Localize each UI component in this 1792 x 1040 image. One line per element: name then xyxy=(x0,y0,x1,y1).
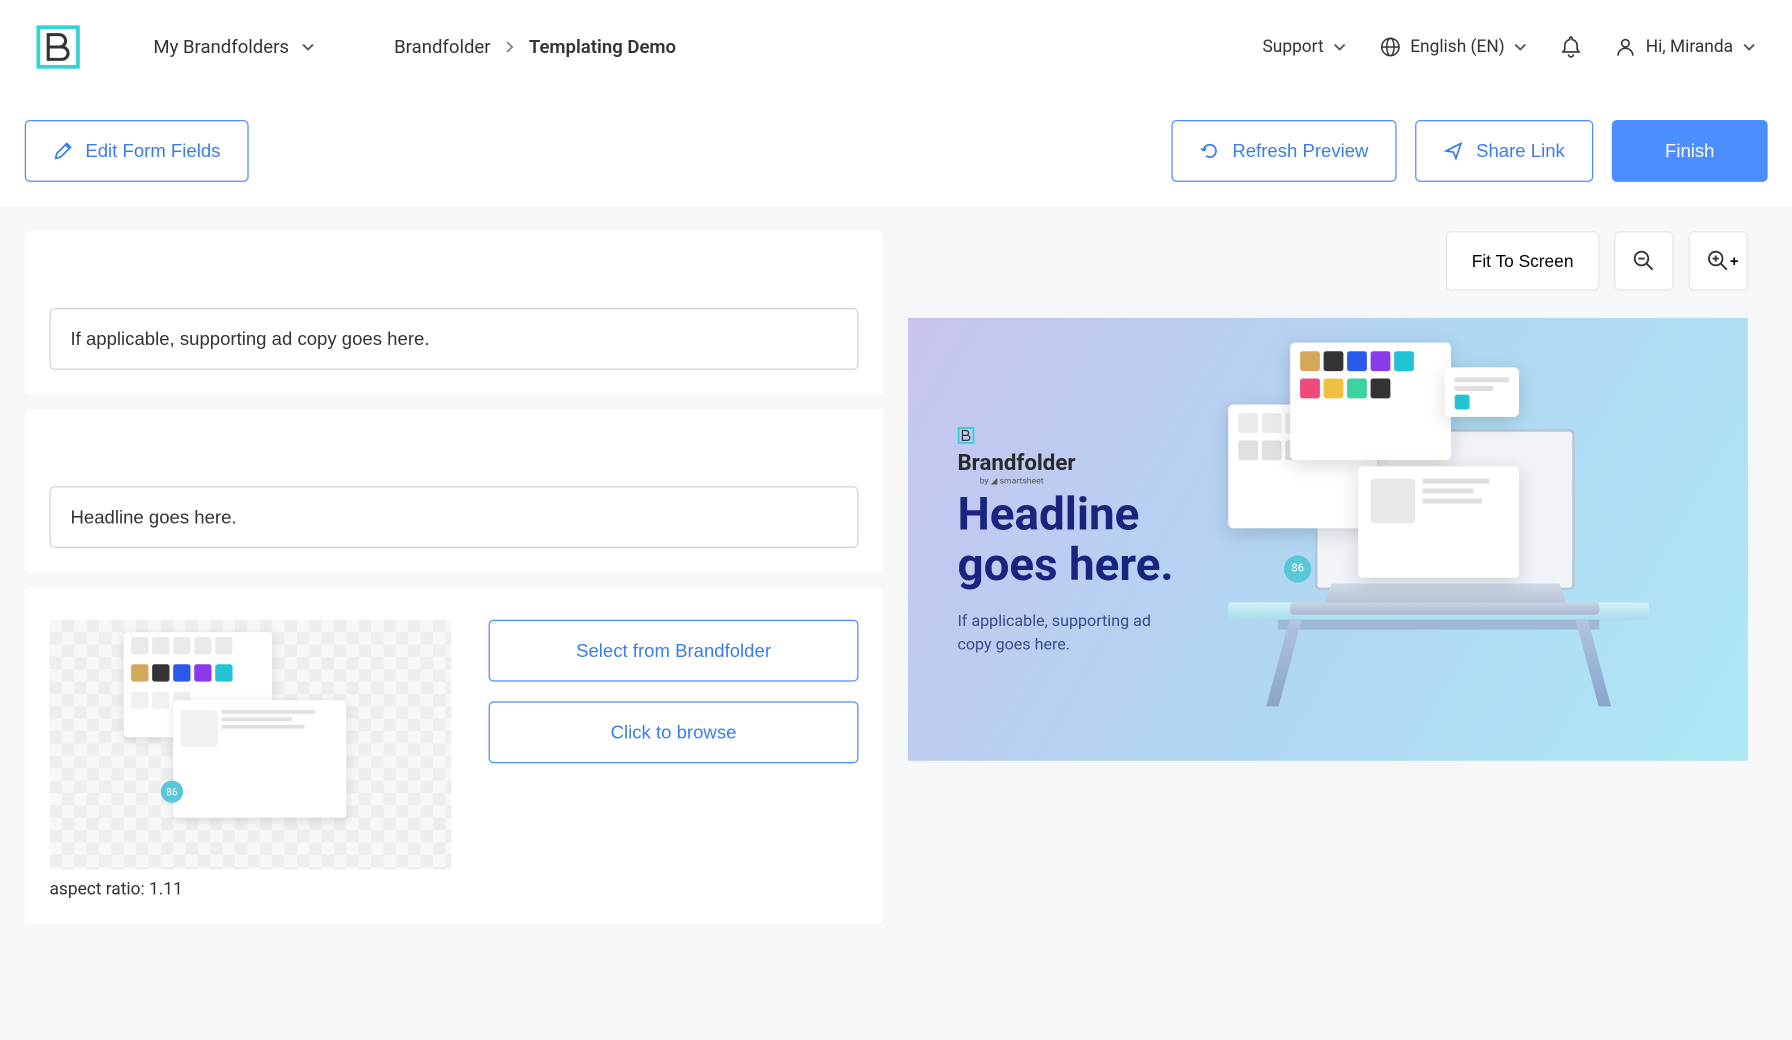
zoom-in-icon xyxy=(1707,250,1729,272)
finish-label: Finish xyxy=(1665,140,1714,161)
preview-badge: 86 xyxy=(1284,555,1311,582)
user-dropdown[interactable]: Hi, Miranda xyxy=(1616,37,1755,57)
workspace: 86 aspect ratio: 1.11 Select from Brandf… xyxy=(0,207,1792,1040)
select-from-brandfolder-label: Select from Brandfolder xyxy=(576,640,771,661)
preview-brand-logo: Brandfolder by ◢ smartsheet xyxy=(957,427,1083,467)
click-to-browse-label: Click to browse xyxy=(611,722,737,743)
supporting-copy-input[interactable] xyxy=(49,308,858,370)
my-brandfolders-label: My Brandfolders xyxy=(153,36,289,58)
preview-canvas: Brandfolder by ◢ smartsheet Headline goe… xyxy=(908,318,1748,761)
headline-input[interactable] xyxy=(49,486,858,548)
image-card: 86 aspect ratio: 1.11 Select from Brandf… xyxy=(25,588,883,924)
preview-brand-sub: by ◢ smartsheet xyxy=(980,476,1084,486)
form-panel: 86 aspect ratio: 1.11 Select from Brandf… xyxy=(25,231,883,1040)
share-link-label: Share Link xyxy=(1476,140,1565,161)
preview-illustration: 86 xyxy=(1166,343,1710,739)
preview-panel: Fit To Screen + xyxy=(908,231,1768,1040)
edit-form-fields-label: Edit Form Fields xyxy=(85,140,220,161)
support-dropdown[interactable]: Support xyxy=(1263,37,1346,57)
select-from-brandfolder-button[interactable]: Select from Brandfolder xyxy=(489,620,859,682)
notification-bell-icon[interactable] xyxy=(1562,36,1582,58)
breadcrumb-parent[interactable]: Brandfolder xyxy=(394,36,490,58)
action-bar: Edit Form Fields Refresh Preview Share L… xyxy=(0,95,1792,206)
top-header: My Brandfolders Brandfolder Templating D… xyxy=(0,0,1792,95)
preview-subcopy: If applicable, supporting ad copy goes h… xyxy=(957,612,1167,657)
finish-button[interactable]: Finish xyxy=(1612,120,1768,182)
language-dropdown[interactable]: English (EN) xyxy=(1381,37,1527,57)
chevron-down-icon xyxy=(1334,41,1346,53)
language-label: English (EN) xyxy=(1410,37,1504,57)
user-greeting-label: Hi, Miranda xyxy=(1646,37,1733,57)
refresh-preview-label: Refresh Preview xyxy=(1232,140,1368,161)
supporting-copy-card xyxy=(25,231,883,394)
chevron-down-icon xyxy=(1515,41,1527,53)
globe-icon xyxy=(1381,37,1401,57)
brandfolder-logo[interactable] xyxy=(25,14,92,81)
click-to-browse-button[interactable]: Click to browse xyxy=(489,701,859,763)
zoom-out-button[interactable] xyxy=(1614,231,1673,290)
headline-card xyxy=(25,409,883,572)
edit-form-fields-button[interactable]: Edit Form Fields xyxy=(25,120,249,182)
chevron-down-icon xyxy=(301,41,313,53)
refresh-icon xyxy=(1200,141,1220,161)
preview-headline: Headline goes here. xyxy=(957,491,1173,592)
fit-to-screen-button[interactable]: Fit To Screen xyxy=(1446,231,1600,290)
chevron-down-icon xyxy=(1743,41,1755,53)
share-icon xyxy=(1444,141,1464,161)
breadcrumb: Brandfolder Templating Demo xyxy=(394,36,676,58)
preview-headline-line2: goes here. xyxy=(957,539,1173,592)
share-link-button[interactable]: Share Link xyxy=(1415,120,1593,182)
breadcrumb-current: Templating Demo xyxy=(529,36,676,58)
my-brandfolders-dropdown[interactable]: My Brandfolders xyxy=(153,36,313,58)
image-preview-thumbnail: 86 xyxy=(49,620,451,870)
refresh-preview-button[interactable]: Refresh Preview xyxy=(1172,120,1397,182)
mini-badge: 86 xyxy=(161,781,183,803)
chevron-right-icon xyxy=(505,41,514,53)
zoom-out-icon xyxy=(1633,250,1655,272)
preview-brand-name: Brandfolder xyxy=(957,450,1075,476)
zoom-in-button[interactable]: + xyxy=(1689,231,1748,290)
user-icon xyxy=(1616,37,1636,57)
aspect-ratio-label: aspect ratio: 1.11 xyxy=(49,880,451,900)
preview-headline-line1: Headline xyxy=(957,489,1139,542)
preview-controls: Fit To Screen + xyxy=(1446,231,1748,290)
fit-to-screen-label: Fit To Screen xyxy=(1472,251,1574,271)
pencil-icon xyxy=(53,141,73,161)
support-label: Support xyxy=(1263,37,1324,57)
